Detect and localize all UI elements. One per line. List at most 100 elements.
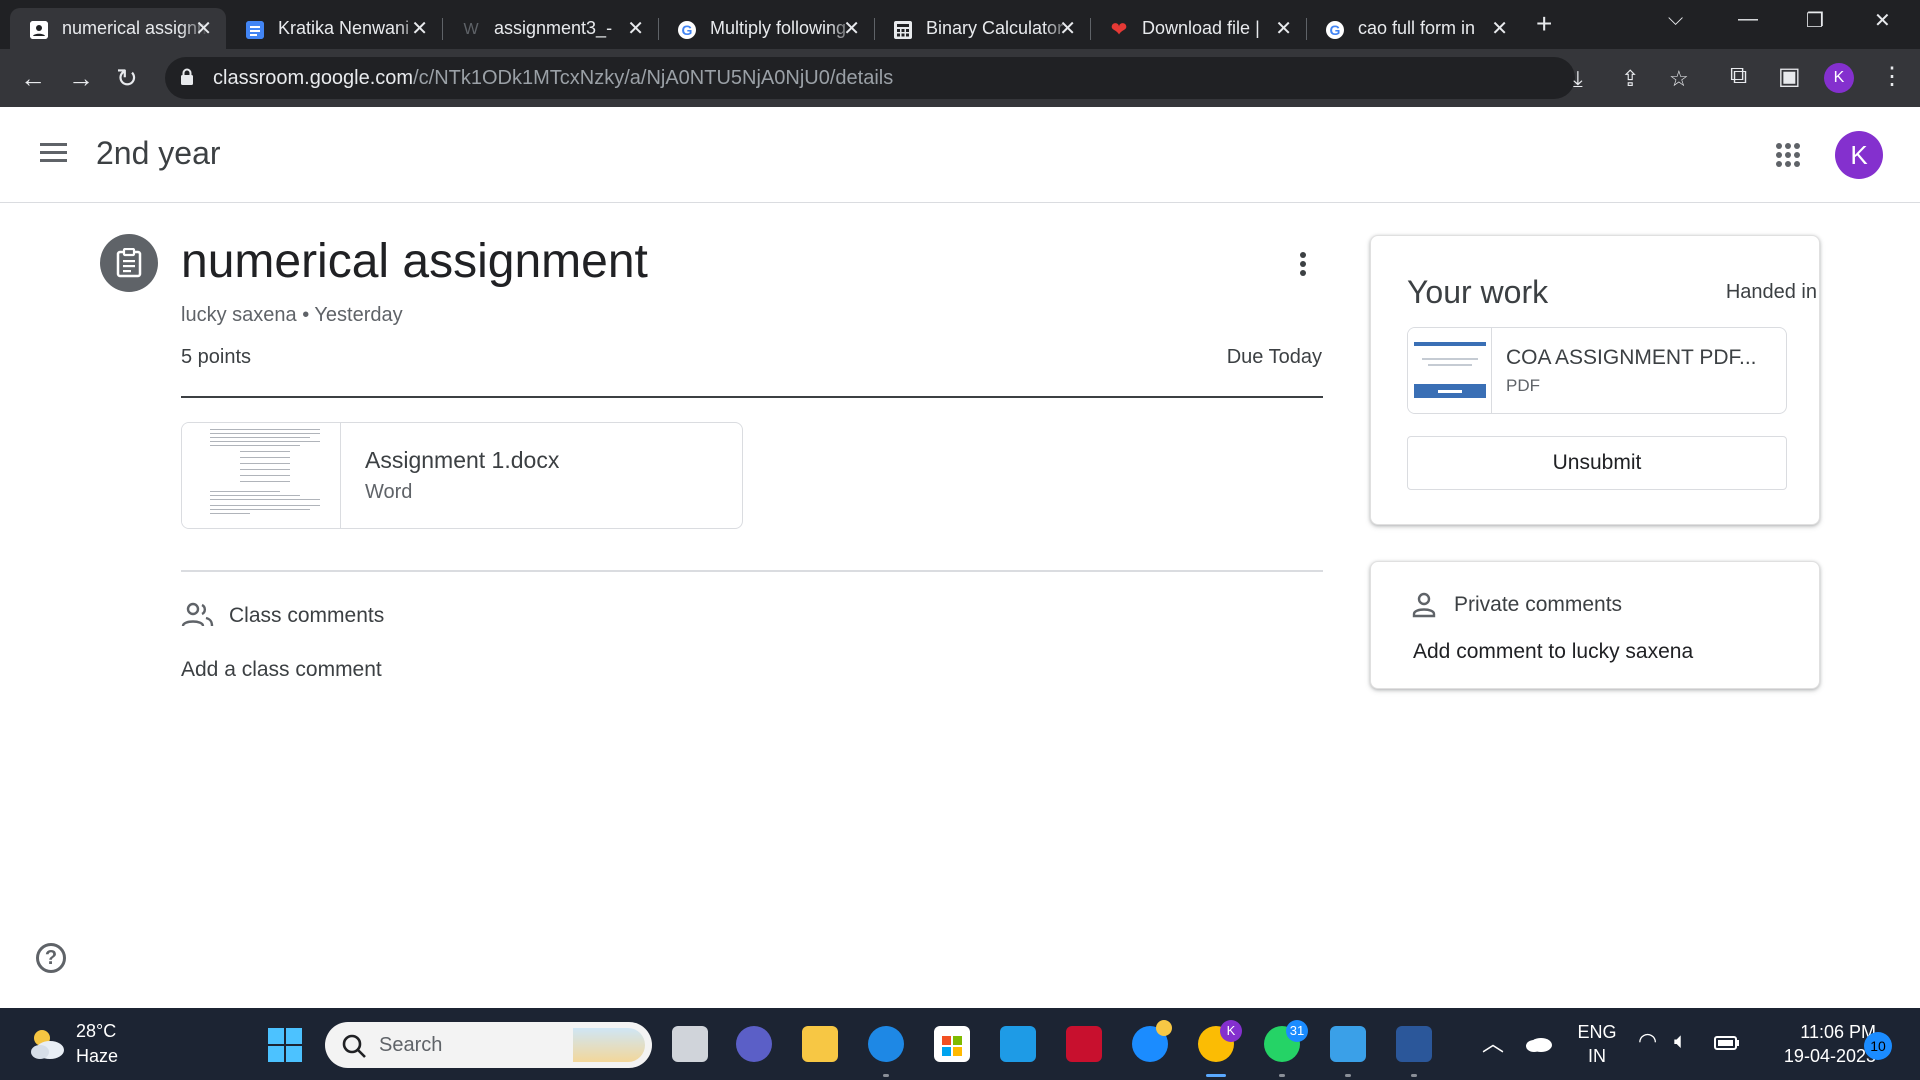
install-app-icon[interactable]: ⤓: [1573, 66, 1583, 92]
running-indicator: [1279, 1074, 1285, 1077]
windows-start-icon[interactable]: [268, 1028, 302, 1062]
weather-haze-icon[interactable]: [26, 1026, 68, 1062]
teams-chat-icon[interactable]: [736, 1026, 772, 1062]
close-icon[interactable]: ✕: [1491, 16, 1508, 41]
account-avatar[interactable]: K: [1835, 131, 1883, 179]
task-view-icon[interactable]: [672, 1026, 708, 1062]
url-domain: classroom.google.com: [213, 67, 414, 89]
url-text[interactable]: classroom.google.com/c/NTk1ODk1MTcxNzky/…: [213, 67, 893, 90]
new-tab-button[interactable]: +: [1536, 8, 1552, 40]
tab-title: assignment3_-: [494, 18, 613, 38]
assignment-meta: lucky saxena • Yesterday: [181, 304, 403, 327]
windows-taskbar: 28°C Haze Search K 31 ︿ ENG IN ◠ 🔈︎ 11:0…: [0, 1008, 1920, 1080]
tab-search-chevron-icon[interactable]: ⌵: [1668, 8, 1683, 31]
battery-icon[interactable]: [1714, 1036, 1740, 1050]
notification-dot: [1156, 1020, 1172, 1036]
search-icon: [342, 1034, 366, 1058]
more-vert-icon[interactable]: ⋮: [1880, 62, 1904, 91]
wifi-icon[interactable]: ◠: [1638, 1028, 1657, 1054]
address-bar[interactable]: classroom.google.com/c/NTk1ODk1MTcxNzky/…: [165, 57, 1689, 99]
edge-browser-icon[interactable]: [868, 1026, 904, 1062]
language-indicator[interactable]: ENG: [1574, 1022, 1620, 1043]
divider: [181, 570, 1323, 572]
running-indicator: [1345, 1074, 1351, 1077]
mcafee-icon[interactable]: [1066, 1026, 1102, 1062]
add-class-comment-button[interactable]: Add a class comment: [181, 658, 382, 682]
weather-condition[interactable]: Haze: [76, 1046, 118, 1067]
restore-icon[interactable]: ❐: [1806, 8, 1824, 33]
volume-icon[interactable]: 🔈︎: [1674, 1028, 1687, 1054]
heart-icon: ❤: [1110, 19, 1128, 41]
google-icon: G: [1326, 21, 1344, 39]
meta-separator: •: [302, 304, 310, 326]
browser-tab-strip: numerical assignment ✕ Kratika Nenwani ✕…: [0, 0, 1920, 49]
submitted-file-card[interactable]: COA ASSIGNMENT PDF... PDF: [1407, 327, 1787, 414]
back-arrow-icon[interactable]: ←: [20, 63, 46, 94]
clock-time[interactable]: 11:06 PM: [1760, 1022, 1876, 1043]
person-icon: [1412, 592, 1436, 618]
onedrive-cloud-icon[interactable]: [1525, 1034, 1553, 1052]
tab-numerical-assignment[interactable]: numerical assignment ✕: [10, 8, 226, 49]
browser-toolbar: ← → ↻ classroom.google.com/c/NTk1ODk1MTc…: [0, 49, 1920, 107]
help-icon[interactable]: ?: [36, 943, 66, 973]
close-icon[interactable]: ✕: [411, 16, 428, 41]
private-comments-card: Private comments Add comment to lucky sa…: [1370, 561, 1820, 689]
close-icon[interactable]: ✕: [627, 16, 644, 41]
close-icon[interactable]: ✕: [1275, 16, 1292, 41]
assignment-title: numerical assignment: [181, 235, 648, 288]
submitted-file-name: COA ASSIGNMENT PDF...: [1506, 346, 1757, 369]
tab-title: Multiply following: [710, 18, 847, 38]
tab-kratika-nenwani[interactable]: Kratika Nenwani ✕: [226, 8, 443, 49]
close-icon[interactable]: ✕: [843, 16, 860, 41]
attachment-type: Word: [365, 481, 413, 503]
assignment-options-icon[interactable]: [1296, 252, 1310, 282]
show-hidden-icons-chevron-icon[interactable]: ︿: [1482, 1026, 1504, 1058]
attachment-card[interactable]: Assignment 1.docx Word: [181, 422, 743, 529]
class-name[interactable]: 2nd year: [96, 135, 221, 172]
side-panel-icon[interactable]: ▣: [1778, 62, 1801, 91]
forward-arrow-icon[interactable]: →: [68, 63, 94, 94]
people-icon: [181, 602, 214, 627]
bookmark-star-icon[interactable]: ☆: [1669, 66, 1689, 92]
close-icon[interactable]: ✕: [1059, 16, 1076, 41]
assignment-posted: Yesterday: [314, 304, 403, 326]
lock-icon: [181, 68, 193, 85]
hamburger-menu-icon[interactable]: [40, 143, 67, 163]
photos-icon[interactable]: [1330, 1026, 1366, 1062]
whatsapp-unread-badge: 31: [1286, 1020, 1308, 1042]
tab-binary-calculator[interactable]: Binary Calculator ✕: [874, 8, 1091, 49]
taskbar-search-box[interactable]: Search: [325, 1022, 652, 1068]
google-apps-grid-icon[interactable]: [1776, 143, 1800, 167]
tab-title: numerical assignment: [62, 18, 210, 38]
window-close-icon[interactable]: ✕: [1874, 8, 1891, 33]
file-explorer-icon[interactable]: [802, 1026, 838, 1062]
minimize-icon[interactable]: —: [1738, 8, 1758, 31]
weather-temperature[interactable]: 28°C: [76, 1021, 116, 1042]
tab-assignment3[interactable]: W assignment3_- ✕: [442, 8, 659, 49]
notification-count-badge[interactable]: 10: [1864, 1032, 1892, 1060]
myhp-icon[interactable]: [1000, 1026, 1036, 1062]
calculator-icon: [894, 21, 912, 39]
word-icon[interactable]: [1396, 1026, 1432, 1062]
extensions-puzzle-icon[interactable]: ⧉: [1730, 62, 1747, 90]
docs-icon: [246, 21, 264, 39]
clock-date[interactable]: 19-04-2023: [1756, 1046, 1876, 1067]
running-indicator: [1411, 1074, 1417, 1077]
tab-multiply-following[interactable]: G Multiply following ✕: [658, 8, 875, 49]
share-icon[interactable]: ⇪: [1621, 66, 1639, 92]
assignment-author: lucky saxena: [181, 304, 297, 326]
google-icon: G: [678, 21, 696, 39]
document-thumbnail: [182, 423, 341, 528]
add-private-comment-button[interactable]: Add comment to lucky saxena: [1413, 640, 1693, 664]
browser-profile-avatar[interactable]: K: [1824, 63, 1854, 93]
tab-download-file[interactable]: ❤ Download file | ✕: [1090, 8, 1307, 49]
region-indicator[interactable]: IN: [1574, 1046, 1620, 1067]
close-icon[interactable]: ✕: [195, 16, 212, 41]
assignment-points: 5 points: [181, 346, 252, 368]
reload-icon[interactable]: ↻: [116, 63, 138, 94]
divider: [181, 396, 1323, 398]
tab-cao-full-form[interactable]: G cao full form in ✕: [1306, 8, 1522, 49]
unsubmit-button[interactable]: Unsubmit: [1407, 436, 1787, 490]
assignment-due: Due Today: [1226, 346, 1322, 368]
microsoft-store-icon[interactable]: [934, 1026, 970, 1062]
